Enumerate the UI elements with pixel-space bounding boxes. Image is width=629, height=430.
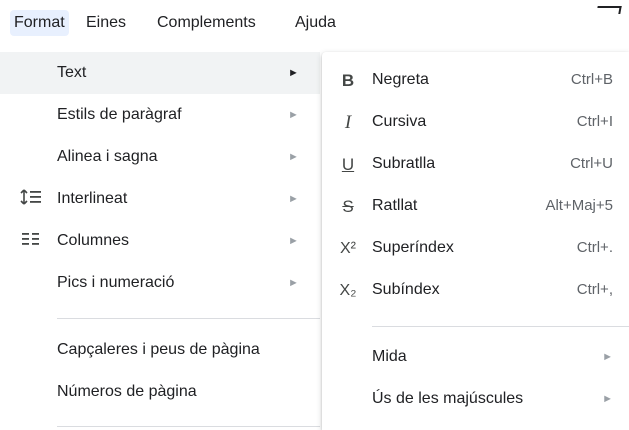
format-menu-item-label: Estils de paràgraf bbox=[57, 106, 182, 123]
subscript-icon: X₂ bbox=[339, 282, 357, 299]
submenu-item-label: Ratllat bbox=[372, 197, 418, 214]
keyboard-shortcut: Ctrl+U bbox=[570, 155, 613, 172]
format-menu-item-line-spacing[interactable]: Interlineat ► bbox=[0, 178, 320, 220]
submenu-item-size[interactable]: Mida ► bbox=[322, 337, 629, 379]
menu-eines[interactable]: Eines bbox=[82, 10, 130, 36]
submenu-item-bold[interactable]: B Negreta Ctrl+B bbox=[322, 60, 629, 102]
menu-bar: Format Eines Complements Ajuda bbox=[0, 0, 629, 44]
submenu-item-subscript[interactable]: X₂ Subíndex Ctrl+, bbox=[322, 270, 629, 312]
submenu-arrow-icon: ► bbox=[288, 109, 299, 121]
submenu-item-strikethrough[interactable]: S Ratllat Alt+Maj+5 bbox=[322, 186, 629, 228]
format-dropdown-menu: Text ► Estils de paràgraf ► Alinea i sag… bbox=[0, 44, 340, 430]
menu-format[interactable]: Format bbox=[10, 10, 69, 36]
submenu-item-capitalization[interactable]: Ús de les majúscules ► bbox=[322, 379, 629, 421]
submenu-item-label: Subratlla bbox=[372, 155, 436, 172]
format-menu-item-bullets-numbering[interactable]: Pics i numeració ► bbox=[0, 262, 320, 304]
columns-icon bbox=[20, 231, 42, 252]
submenu-item-label: Subíndex bbox=[372, 281, 440, 298]
bold-icon: B bbox=[341, 71, 355, 90]
submenu-arrow-icon: ► bbox=[288, 235, 299, 247]
format-menu-item-label: Capçaleres i peus de pàgina bbox=[57, 341, 260, 358]
format-menu-item-label: Alinea i sagna bbox=[57, 148, 158, 165]
submenu-item-label: Negreta bbox=[372, 71, 429, 88]
submenu-arrow-icon: ► bbox=[602, 351, 613, 363]
format-menu-item-page-numbers[interactable]: Números de pàgina bbox=[0, 371, 320, 413]
format-menu-item-headers-footers[interactable]: Capçaleres i peus de pàgina bbox=[0, 329, 320, 371]
keyboard-shortcut: Ctrl+B bbox=[570, 71, 613, 88]
format-menu-item-label: Números de pàgina bbox=[57, 383, 197, 400]
menu-separator bbox=[57, 426, 320, 427]
italic-icon: I bbox=[344, 112, 352, 133]
format-menu-item-columns[interactable]: Columnes ► bbox=[0, 220, 320, 262]
submenu-item-label: Superíndex bbox=[372, 239, 454, 256]
submenu-item-underline[interactable]: U Subratlla Ctrl+U bbox=[322, 144, 629, 186]
submenu-arrow-icon: ► bbox=[288, 277, 299, 289]
menu-complements[interactable]: Complements bbox=[153, 10, 260, 36]
format-menu-item-label: Text bbox=[57, 64, 87, 81]
superscript-icon: X² bbox=[340, 240, 356, 257]
submenu-arrow-icon: ► bbox=[288, 151, 299, 163]
format-menu-item-label: Interlineat bbox=[57, 190, 128, 207]
line-spacing-icon bbox=[20, 188, 42, 211]
format-menu-item-align-indent[interactable]: Alinea i sagna ► bbox=[0, 136, 320, 178]
submenu-item-label: Mida bbox=[372, 348, 407, 365]
submenu-arrow-icon: ► bbox=[602, 393, 613, 405]
keyboard-shortcut: Alt+Maj+5 bbox=[545, 197, 613, 214]
format-menu-item-label: Columnes bbox=[57, 232, 130, 249]
format-menu-item-text[interactable]: Text ► bbox=[0, 52, 320, 94]
submenu-item-italic[interactable]: I Cursiva Ctrl+I bbox=[322, 102, 629, 144]
underline-icon: U bbox=[341, 155, 355, 174]
menu-separator bbox=[57, 318, 320, 319]
window-corner-mark bbox=[596, 6, 622, 14]
submenu-item-label: Ús de les majúscules bbox=[372, 390, 524, 407]
menu-separator bbox=[372, 326, 629, 327]
submenu-item-label: Cursiva bbox=[372, 113, 427, 130]
submenu-arrow-icon: ► bbox=[288, 193, 299, 205]
menu-ajuda[interactable]: Ajuda bbox=[291, 10, 340, 36]
format-menu-item-label: Pics i numeració bbox=[57, 274, 175, 291]
submenu-arrow-icon: ► bbox=[288, 67, 299, 79]
submenu-item-superscript[interactable]: X² Superíndex Ctrl+. bbox=[322, 228, 629, 270]
strikethrough-icon: S bbox=[342, 197, 354, 216]
keyboard-shortcut: Ctrl+. bbox=[576, 239, 613, 256]
format-menu-item-paragraph-styles[interactable]: Estils de paràgraf ► bbox=[0, 94, 320, 136]
keyboard-shortcut: Ctrl+I bbox=[576, 113, 613, 130]
text-submenu: B Negreta Ctrl+B I Cursiva Ctrl+I U Subr… bbox=[322, 52, 629, 430]
keyboard-shortcut: Ctrl+, bbox=[576, 281, 613, 298]
